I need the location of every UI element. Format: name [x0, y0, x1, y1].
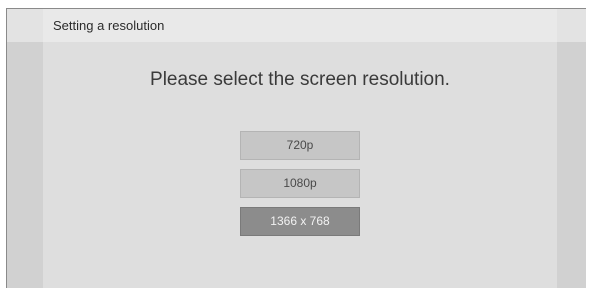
- option-1366x768-button[interactable]: 1366 x 768: [240, 207, 360, 236]
- dialog-prompt: Please select the screen resolution.: [150, 69, 450, 90]
- header-left-strip: [7, 9, 43, 42]
- dialog-title: Setting a resolution: [53, 18, 165, 33]
- resolution-screen: Setting a resolution Please select the s…: [6, 8, 586, 288]
- right-margin: [556, 9, 586, 288]
- option-1080p-button[interactable]: 1080p: [240, 169, 360, 198]
- resolution-options: 720p 1080p 1366 x 768: [240, 131, 360, 245]
- dialog-header: Setting a resolution: [43, 9, 557, 42]
- option-720p-button[interactable]: 720p: [240, 131, 360, 160]
- header-right-strip: [556, 9, 586, 42]
- left-margin: [7, 9, 43, 288]
- resolution-dialog: Setting a resolution Please select the s…: [43, 9, 557, 288]
